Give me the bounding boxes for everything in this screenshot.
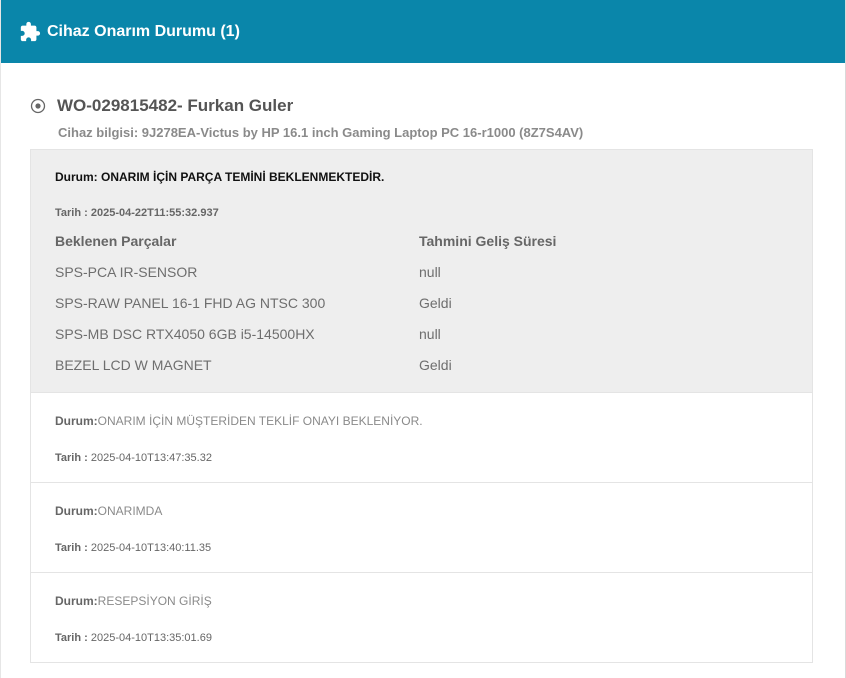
status-line: Durum:ONARIM İÇİN MÜŞTERİDEN TEKLİF ONAY… — [55, 414, 788, 428]
date-line: Tarih : 2025-04-10T13:40:11.35 — [55, 542, 788, 554]
part-name: SPS-RAW PANEL 16-1 FHD AG NTSC 300 — [55, 295, 326, 311]
date-value: 2025-04-10T13:35:01.69 — [90, 632, 212, 644]
parts-table-header: Beklenen Parçalar Tahmini Geliş Süresi — [55, 233, 788, 249]
part-name: SPS-PCA IR-SENSOR — [55, 264, 198, 280]
panel-content: WO-029815482- Furkan Guler Cihaz bilgisi… — [1, 96, 845, 663]
parts-header-eta: Tahmini Geliş Süresi — [419, 233, 557, 249]
status-item-current: Durum: ONARIM İÇİN PARÇA TEMİNİ BEKLENME… — [31, 150, 812, 393]
part-name: SPS-MB DSC RTX4050 6GB i5-14500HX — [55, 326, 315, 342]
table-row: SPS-PCA IR-SENSOR null — [55, 264, 788, 280]
puzzle-icon — [19, 21, 41, 43]
status-value: ONARIM İÇİN PARÇA TEMİNİ BEKLENMEKTEDİR. — [101, 170, 385, 184]
status-item: Durum:ONARIM İÇİN MÜŞTERİDEN TEKLİF ONAY… — [31, 393, 812, 483]
status-line: Durum:ONARIMDA — [55, 504, 788, 518]
panel-header: Cihaz Onarım Durumu (1) — [1, 0, 845, 63]
status-value: RESEPSİYON GİRİŞ — [97, 594, 212, 608]
part-eta: Geldi — [419, 357, 452, 373]
device-info: Cihaz bilgisi: 9J278EA-Victus by HP 16.1… — [58, 125, 584, 140]
status-label: Durum: — [55, 594, 98, 608]
status-label: Durum: — [55, 414, 98, 428]
status-timeline: Durum: ONARIM İÇİN PARÇA TEMİNİ BEKLENME… — [30, 149, 813, 663]
date-label: Tarih : — [55, 542, 88, 554]
table-row: BEZEL LCD W MAGNET Geldi — [55, 357, 788, 373]
date-line: Tarih : 2025-04-22T11:55:32.937 — [55, 207, 788, 219]
date-value: 2025-04-22T11:55:32.937 — [90, 207, 219, 219]
date-value: 2025-04-10T13:47:35.32 — [90, 452, 212, 464]
date-line: Tarih : 2025-04-10T13:47:35.32 — [55, 452, 788, 464]
part-eta: Geldi — [419, 295, 452, 311]
date-label: Tarih : — [55, 632, 88, 644]
part-name: BEZEL LCD W MAGNET — [55, 357, 212, 373]
status-line: Durum:RESEPSİYON GİRİŞ — [55, 594, 788, 608]
status-item: Durum:RESEPSİYON GİRİŞ Tarih : 2025-04-1… — [31, 573, 812, 663]
date-label: Tarih : — [55, 452, 88, 464]
status-item: Durum:ONARIMDA Tarih : 2025-04-10T13:40:… — [31, 483, 812, 573]
panel-title: Cihaz Onarım Durumu (1) — [47, 22, 240, 40]
status-label: Durum: — [55, 170, 98, 184]
status-value: ONARIM İÇİN MÜŞTERİDEN TEKLİF ONAYI BEKL… — [97, 414, 423, 428]
radio-dot-icon — [30, 98, 46, 114]
table-row: SPS-RAW PANEL 16-1 FHD AG NTSC 300 Geldi — [55, 295, 788, 311]
status-value: ONARIMDA — [97, 504, 163, 518]
work-order-title: WO-029815482- Furkan Guler — [57, 96, 294, 115]
repair-status-panel: Cihaz Onarım Durumu (1) WO-029815482- Fu… — [0, 0, 846, 678]
parts-header-name: Beklenen Parçalar — [55, 233, 177, 249]
date-label: Tarih : — [55, 207, 88, 219]
part-eta: null — [419, 264, 441, 280]
table-row: SPS-MB DSC RTX4050 6GB i5-14500HX null — [55, 326, 788, 342]
date-line: Tarih : 2025-04-10T13:35:01.69 — [55, 632, 788, 644]
status-line: Durum: ONARIM İÇİN PARÇA TEMİNİ BEKLENME… — [55, 170, 788, 184]
status-label: Durum: — [55, 504, 98, 518]
work-order-heading: WO-029815482- Furkan Guler — [30, 96, 813, 116]
part-eta: null — [419, 326, 441, 342]
date-value: 2025-04-10T13:40:11.35 — [90, 542, 212, 554]
